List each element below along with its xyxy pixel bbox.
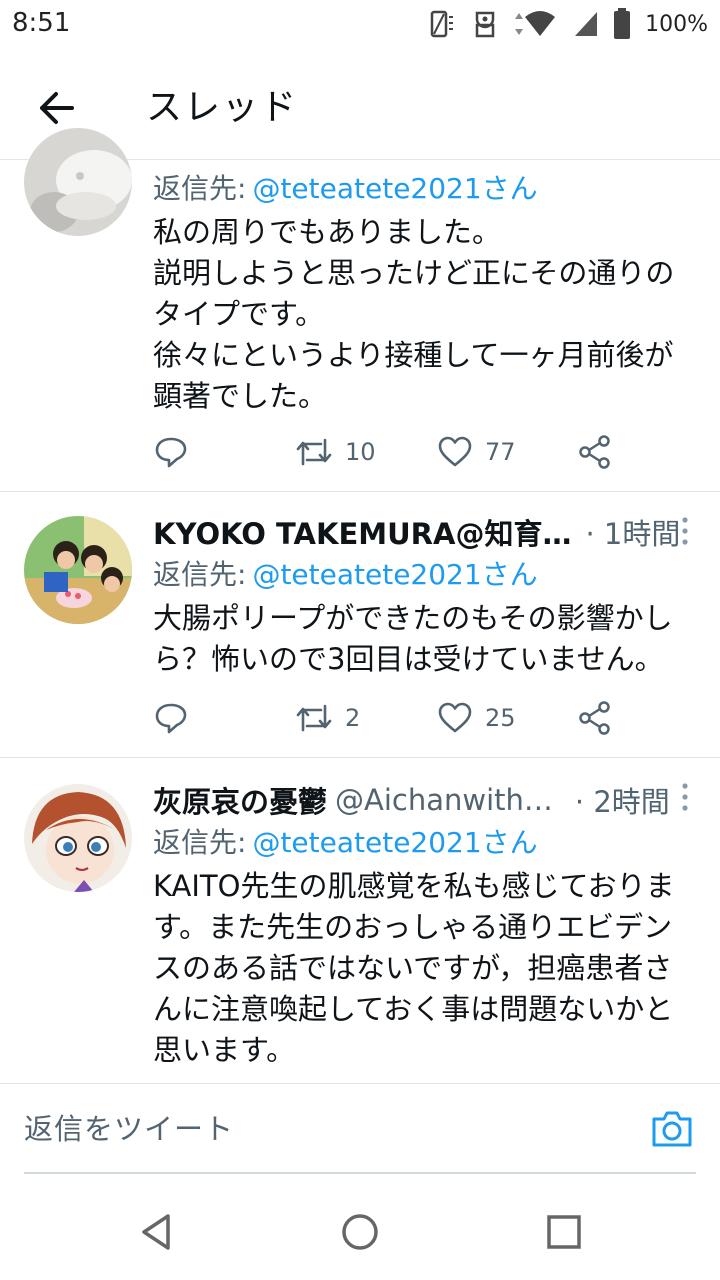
tweet-line: 私の周りでもありました。	[153, 215, 502, 249]
share-button[interactable]	[577, 427, 613, 477]
heart-icon	[438, 436, 472, 467]
square-recents-icon	[547, 1215, 581, 1249]
like-count: 77	[485, 438, 516, 466]
retweet-icon	[296, 704, 332, 732]
tweet-meta: KYOKO TAKEMURA@知育… · 1時間	[153, 510, 696, 554]
back-button[interactable]	[30, 82, 82, 134]
tweet-2[interactable]: KYOKO TAKEMURA@知育… · 1時間 返信先: @teteatete2…	[0, 492, 720, 758]
tweet-time[interactable]: · 2時間	[575, 779, 670, 821]
reply-icon	[155, 703, 187, 734]
tweet-line: 徐々にというより接種して一ヶ月前後が顕著でした。	[153, 338, 674, 413]
tweet-line: KAITO先生の肌感覚を私も感じております。また先生のおっしゃる通りエビデンスの…	[153, 869, 675, 1067]
reply-button[interactable]	[153, 693, 189, 743]
battery-percent: 100%	[645, 11, 708, 37]
retweet-count: 10	[345, 438, 376, 466]
retweet-icon	[296, 438, 332, 466]
reply-input[interactable]: 返信をツイート	[24, 1101, 624, 1157]
tweet-1[interactable]: 返信先: @teteatete2021さん 私の周りでもありました。 説明しようと…	[0, 128, 720, 492]
reply-to-label: 返信先:	[153, 172, 247, 205]
auto-rotate-icon	[430, 10, 454, 38]
system-nav-bar	[0, 1180, 720, 1280]
reply-to: 返信先: @teteatete2021さん	[153, 168, 696, 210]
author-name[interactable]: KYOKO TAKEMURA@知育…	[153, 511, 571, 553]
reply-to-label: 返信先:	[153, 558, 247, 591]
more-options-icon[interactable]	[680, 782, 690, 812]
signal-icon	[575, 12, 598, 36]
like-count: 25	[485, 704, 516, 732]
avatar-image	[24, 516, 132, 624]
reply-to-handle[interactable]: @teteatete2021さん	[252, 172, 537, 205]
wifi-icon	[515, 11, 556, 36]
camera-icon	[652, 1111, 692, 1147]
reply-to-handle[interactable]: @teteatete2021さん	[252, 826, 537, 859]
page-title: スレッド	[146, 87, 299, 128]
avatar[interactable]	[24, 516, 132, 624]
status-icons: 100%	[427, 6, 708, 42]
camera-button[interactable]	[650, 1107, 694, 1151]
reply-compose-bar: 返信をツイート	[0, 1085, 720, 1180]
retweet-count: 2	[345, 704, 361, 732]
tweet-line: 大腸ポリープができたのもその影響かしら？怖いので3回目は受けていません。	[153, 601, 673, 676]
tweet-text: KAITO先生の肌感覚を私も感じております。また先生のおっしゃる通りエビデンスの…	[153, 866, 696, 1071]
battery-icon	[614, 8, 631, 39]
divider	[24, 1172, 696, 1174]
like-button[interactable]: 25	[437, 693, 516, 743]
more-options-icon[interactable]	[680, 516, 690, 546]
tweet-text: 大腸ポリープができたのもその影響かしら？怖いので3回目は受けていません。	[153, 598, 696, 680]
share-icon	[579, 435, 610, 469]
reply-to-label: 返信先:	[153, 826, 247, 859]
arrow-left-icon	[40, 92, 74, 124]
tweet-actions: 2 25	[153, 693, 673, 743]
tweet-3[interactable]: 灰原哀の憂鬱 @Aichanwith… · 2時間 返信先: @teteatete…	[0, 758, 720, 1084]
tweet-meta: 灰原哀の憂鬱 @Aichanwith… · 2時間	[153, 778, 696, 822]
nav-recents-button[interactable]	[542, 1210, 586, 1254]
share-button[interactable]	[577, 693, 613, 743]
heart-icon	[438, 702, 472, 733]
author-handle[interactable]: @Aichanwith…	[335, 783, 553, 817]
retweet-button[interactable]: 2	[295, 693, 360, 743]
reply-to-handle[interactable]: @teteatete2021さん	[252, 558, 537, 591]
avatar[interactable]	[24, 128, 132, 236]
retweet-button[interactable]: 10	[295, 427, 376, 477]
alarm-icon	[475, 11, 495, 38]
reply-to: 返信先: @teteatete2021さん	[153, 822, 696, 864]
avatar[interactable]	[24, 784, 132, 892]
author-name[interactable]: 灰原哀の憂鬱	[153, 779, 327, 821]
share-icon	[579, 701, 610, 735]
circle-home-icon	[342, 1214, 378, 1250]
like-button[interactable]: 77	[437, 427, 516, 477]
status-bar: 8:51 100%	[0, 0, 720, 50]
nav-home-button[interactable]	[338, 1210, 382, 1254]
tweet-actions: 10 77	[153, 427, 673, 477]
tweet-time[interactable]: · 1時間	[585, 511, 680, 553]
reply-icon	[155, 437, 187, 468]
avatar-image	[24, 784, 132, 892]
tweet-text: 私の周りでもありました。 説明しようと思ったけど正にその通りのタイプです。 徐々…	[153, 212, 696, 417]
avatar-image	[24, 128, 132, 236]
status-time: 8:51	[12, 8, 71, 38]
tweet-line: 説明しようと思ったけど正にその通りのタイプです。	[153, 256, 675, 331]
reply-to: 返信先: @teteatete2021さん	[153, 554, 696, 596]
triangle-back-icon	[142, 1214, 170, 1250]
nav-back-button[interactable]	[134, 1210, 178, 1254]
reply-button[interactable]	[153, 427, 189, 477]
